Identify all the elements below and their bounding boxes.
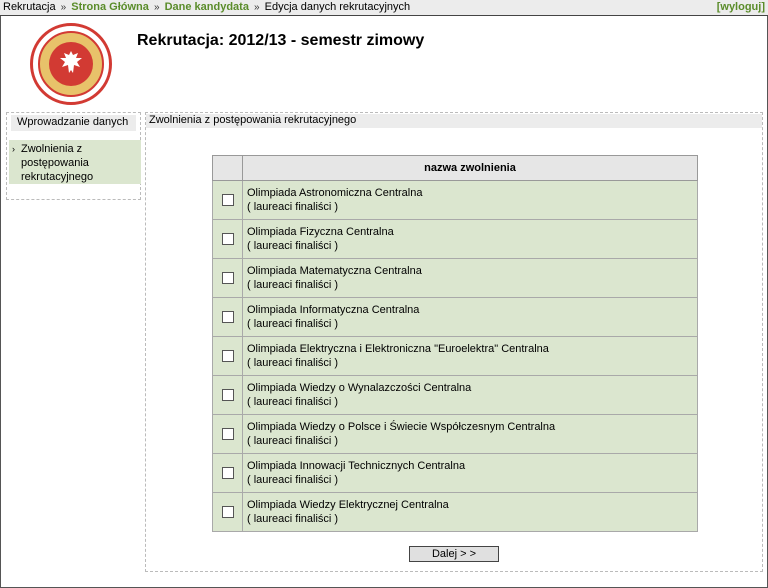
table-row: Olimpiada Astronomiczna Centralna ( laure…	[212, 180, 698, 220]
exemption-name: Olimpiada Matematyczna Centralna	[247, 265, 422, 277]
eagle-icon	[60, 51, 82, 73]
sidebar: Wprowadzanie danych › Zwolnienia z postę…	[6, 112, 141, 200]
table-row: Olimpiada Innowacji Technicznych Central…	[212, 453, 698, 493]
section-title: Zwolnienia z postępowania rekrutacyjnego	[146, 114, 762, 128]
next-button[interactable]: Dalej > >	[409, 546, 499, 562]
university-logo	[30, 23, 112, 105]
exemption-checkbox[interactable]	[221, 389, 234, 402]
exemption-subtitle: ( laureaci finaliści )	[247, 474, 339, 486]
breadcrumb-candidate-link[interactable]: Dane kandydata	[165, 1, 249, 13]
logo-center	[49, 42, 93, 86]
exemption-subtitle: ( laureaci finaliści )	[247, 357, 339, 369]
exemption-name: Olimpiada Fizyczna Centralna	[247, 226, 394, 238]
exemption-checkbox[interactable]	[221, 506, 234, 519]
logout-link[interactable]: [wyloguj]	[717, 1, 765, 13]
exemption-name: Olimpiada Informatyczna Centralna	[247, 304, 420, 316]
exemption-subtitle: ( laureaci finaliści )	[247, 279, 339, 291]
exemption-checkbox[interactable]	[221, 350, 234, 363]
breadcrumb: Rekrutacja » Strona Główna » Dane kandyd…	[0, 0, 768, 16]
exemption-subtitle: ( laureaci finaliści )	[247, 435, 339, 447]
exemption-subtitle: ( laureaci finaliści )	[247, 201, 339, 213]
breadcrumb-root: Rekrutacja	[3, 1, 56, 13]
exemption-name: Olimpiada Innowacji Technicznych Central…	[247, 460, 466, 472]
sidebar-title: Wprowadzanie danych	[11, 115, 136, 131]
breadcrumb-separator-icon: »	[153, 2, 160, 13]
sidebar-item-label: Zwolnienia z postępowania rekrutacyjnego	[21, 143, 94, 183]
exemption-checkbox[interactable]	[221, 467, 234, 480]
table-header-row: nazwa zwolnienia	[212, 155, 698, 181]
chevron-right-icon: ›	[12, 144, 15, 154]
exemption-name: Olimpiada Wiedzy o Wynalazczości Central…	[247, 382, 472, 394]
breadcrumb-separator-icon: »	[254, 2, 260, 13]
exemption-checkbox[interactable]	[221, 194, 234, 207]
header-checkbox-cell	[212, 155, 243, 181]
table-row: Olimpiada Wiedzy Elektrycznej Centralna (…	[212, 492, 698, 532]
table-row: Olimpiada Wiedzy o Wynalazczości Central…	[212, 375, 698, 415]
exemption-subtitle: ( laureaci finaliści )	[247, 240, 339, 252]
exemption-name: Olimpiada Wiedzy Elektrycznej Centralna	[247, 499, 449, 511]
exemption-name: Olimpiada Wiedzy o Polsce i Świecie Wspó…	[247, 421, 556, 433]
exemption-checkbox[interactable]	[221, 428, 234, 441]
breadcrumb-home-link[interactable]: Strona Główna	[71, 1, 149, 13]
sidebar-item-exemptions[interactable]: › Zwolnienia z postępowania rekrutacyjne…	[9, 140, 141, 184]
table-row: Olimpiada Matematyczna Centralna ( laurea…	[212, 258, 698, 298]
exemptions-table: nazwa zwolnienia Olimpiada Astronomiczna…	[212, 155, 698, 532]
table-row: Olimpiada Elektryczna i Elektroniczna "E…	[212, 336, 698, 376]
table-row: Olimpiada Fizyczna Centralna ( laureaci f…	[212, 219, 698, 259]
main-content: Zwolnienia z postępowania rekrutacyjnego…	[145, 112, 763, 572]
table-row: Olimpiada Informatyczna Centralna ( laure…	[212, 297, 698, 337]
exemption-checkbox[interactable]	[221, 233, 234, 246]
logo-ring	[38, 31, 104, 97]
exemption-subtitle: ( laureaci finaliści )	[247, 513, 339, 525]
exemption-name: Olimpiada Astronomiczna Centralna	[247, 187, 423, 199]
exemption-subtitle: ( laureaci finaliści )	[247, 318, 339, 330]
exemption-name: Olimpiada Elektryczna i Elektroniczna "E…	[247, 343, 549, 355]
table-row: Olimpiada Wiedzy o Polsce i Świecie Wspó…	[212, 414, 698, 454]
exemption-checkbox[interactable]	[221, 311, 234, 324]
exemption-checkbox[interactable]	[221, 272, 234, 285]
exemption-subtitle: ( laureaci finaliści )	[247, 396, 339, 408]
column-header-name: nazwa zwolnienia	[242, 155, 698, 181]
breadcrumb-separator-icon: »	[60, 2, 67, 13]
page-title: Rekrutacja: 2012/13 - semestr zimowy	[137, 32, 425, 49]
breadcrumb-current: Edycja danych rekrutacyjnych	[264, 1, 411, 13]
